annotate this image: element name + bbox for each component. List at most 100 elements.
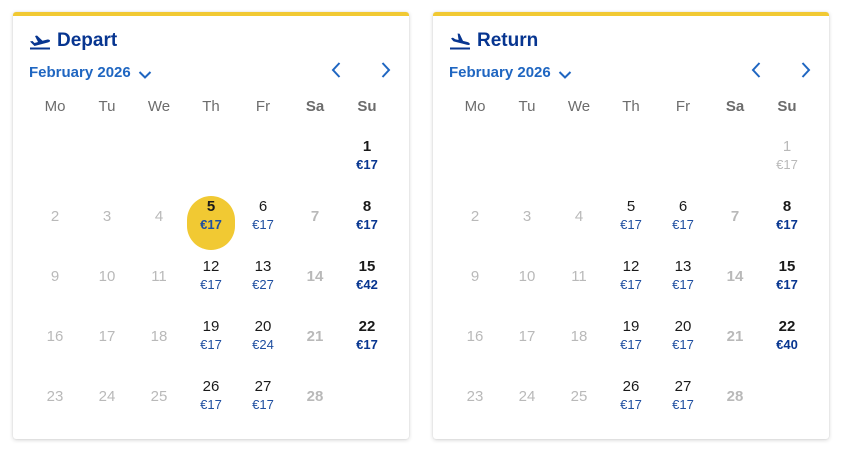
date-number: 28: [306, 388, 324, 405]
weekday-label: Th: [202, 98, 220, 115]
date-cell: 10: [501, 250, 553, 310]
date-cell[interactable]: 8 €17: [341, 190, 393, 250]
date-number: 14: [306, 268, 324, 285]
date-cell[interactable]: 13 €17: [657, 250, 709, 310]
weekday-header-row: Mo Tu We Th Fr Sa Su: [29, 98, 393, 118]
date-cell[interactable]: 20 €17: [657, 310, 709, 370]
month-selector[interactable]: February 2026: [449, 61, 572, 83]
date-cell[interactable]: 6 €17: [237, 190, 289, 250]
date-number: 12: [622, 258, 640, 275]
weekday-label: Tu: [98, 98, 116, 115]
date-number: 10: [518, 268, 536, 285]
date-price: €17: [672, 337, 694, 352]
date-cell: 28: [289, 370, 341, 430]
date-number: 26: [202, 378, 220, 395]
date-number: 3: [102, 208, 112, 225]
date-number: 24: [518, 388, 536, 405]
chevron-down-icon: [558, 67, 572, 79]
date-cell[interactable]: 26 €17: [185, 370, 237, 430]
date-cell[interactable]: 27 €17: [237, 370, 289, 430]
date-price: €17: [252, 397, 274, 412]
date-number: 14: [726, 268, 744, 285]
weekday-header-row: Mo Tu We Th Fr Sa Su: [449, 98, 813, 118]
date-cell[interactable]: 15 €42: [341, 250, 393, 310]
date-number: 25: [570, 388, 588, 405]
date-cell[interactable]: 20 €24: [237, 310, 289, 370]
date-cell: 1 €17: [761, 130, 813, 190]
next-month-button[interactable]: [376, 61, 396, 82]
date-cell: 24: [501, 370, 553, 430]
date-price: €17: [672, 277, 694, 292]
date-number: 5: [626, 198, 636, 215]
weekday-label: Th: [622, 98, 640, 115]
date-cell[interactable]: 6 €17: [657, 190, 709, 250]
month-selector[interactable]: February 2026: [29, 61, 152, 83]
date-price: €17: [620, 397, 642, 412]
date-cell: 24: [81, 370, 133, 430]
date-cell: 25: [133, 370, 185, 430]
previous-month-button[interactable]: [746, 61, 766, 82]
date-cell: 14: [709, 250, 761, 310]
panel-accent-bar: [13, 12, 409, 16]
weekday-label: Mo: [464, 98, 486, 115]
date-cell: 9: [29, 250, 81, 310]
date-cell: 21: [289, 310, 341, 370]
date-price: €17: [620, 277, 642, 292]
date-number: 21: [306, 328, 324, 345]
weekday-label: We: [147, 98, 171, 115]
date-cell: 23: [449, 370, 501, 430]
date-cell[interactable]: 19 €17: [185, 310, 237, 370]
panel-accent-bar: [433, 12, 829, 16]
month-label: February 2026: [449, 63, 551, 81]
date-number: 10: [98, 268, 116, 285]
date-number: 17: [518, 328, 536, 345]
date-cell[interactable]: 22 €17: [341, 310, 393, 370]
date-number: 3: [522, 208, 532, 225]
date-cell: 11: [553, 250, 605, 310]
date-number: 25: [150, 388, 168, 405]
month-label: February 2026: [29, 63, 131, 81]
weekday-label: Fr: [675, 98, 691, 115]
plane-takeoff-icon: [29, 32, 51, 50]
next-month-button[interactable]: [796, 61, 816, 82]
date-number: 2: [470, 208, 480, 225]
date-number: 8: [782, 198, 792, 215]
date-number: 19: [622, 318, 640, 335]
date-number: 24: [98, 388, 116, 405]
date-number: 27: [674, 378, 692, 395]
date-cell[interactable]: 12 €17: [605, 250, 657, 310]
date-cell[interactable]: 27 €17: [657, 370, 709, 430]
date-number: 15: [358, 258, 376, 275]
weekday-label: Mo: [44, 98, 66, 115]
depart-calendar-panel: Depart February 2026 Mo Tu We Th Fr Sa S…: [13, 12, 409, 439]
date-cell[interactable]: 8 €17: [761, 190, 813, 250]
date-cell: 16: [29, 310, 81, 370]
date-cell[interactable]: 1 €17: [341, 130, 393, 190]
day-grid: 1 €17 2 3 4 5 €17 6 €17 7 8 €17 9 10 11 12 €17 13 €17 14 15 €…: [449, 130, 813, 430]
date-cell: 28: [709, 370, 761, 430]
date-cell[interactable]: 15 €17: [761, 250, 813, 310]
selected-date-cell[interactable]: 5 €17: [185, 190, 237, 250]
date-cell[interactable]: 5 €17: [605, 190, 657, 250]
date-cell: 9: [449, 250, 501, 310]
weekday-label: Sa: [725, 98, 745, 115]
date-number: 18: [150, 328, 168, 345]
date-number: 20: [674, 318, 692, 335]
date-cell[interactable]: 12 €17: [185, 250, 237, 310]
previous-month-button[interactable]: [326, 61, 346, 82]
date-cell[interactable]: 13 €27: [237, 250, 289, 310]
date-number: 11: [151, 268, 167, 285]
date-cell: 2: [449, 190, 501, 250]
date-cell[interactable]: 26 €17: [605, 370, 657, 430]
date-number: 1: [782, 138, 792, 155]
weekday-label: Tu: [518, 98, 536, 115]
date-price: €17: [672, 397, 694, 412]
date-number: 27: [254, 378, 272, 395]
date-cell: 14: [289, 250, 341, 310]
date-price: €17: [776, 157, 798, 172]
date-cell: 7: [709, 190, 761, 250]
date-cell: 3: [501, 190, 553, 250]
date-cell[interactable]: 19 €17: [605, 310, 657, 370]
date-cell[interactable]: 22 €40: [761, 310, 813, 370]
date-price: €17: [252, 217, 274, 232]
